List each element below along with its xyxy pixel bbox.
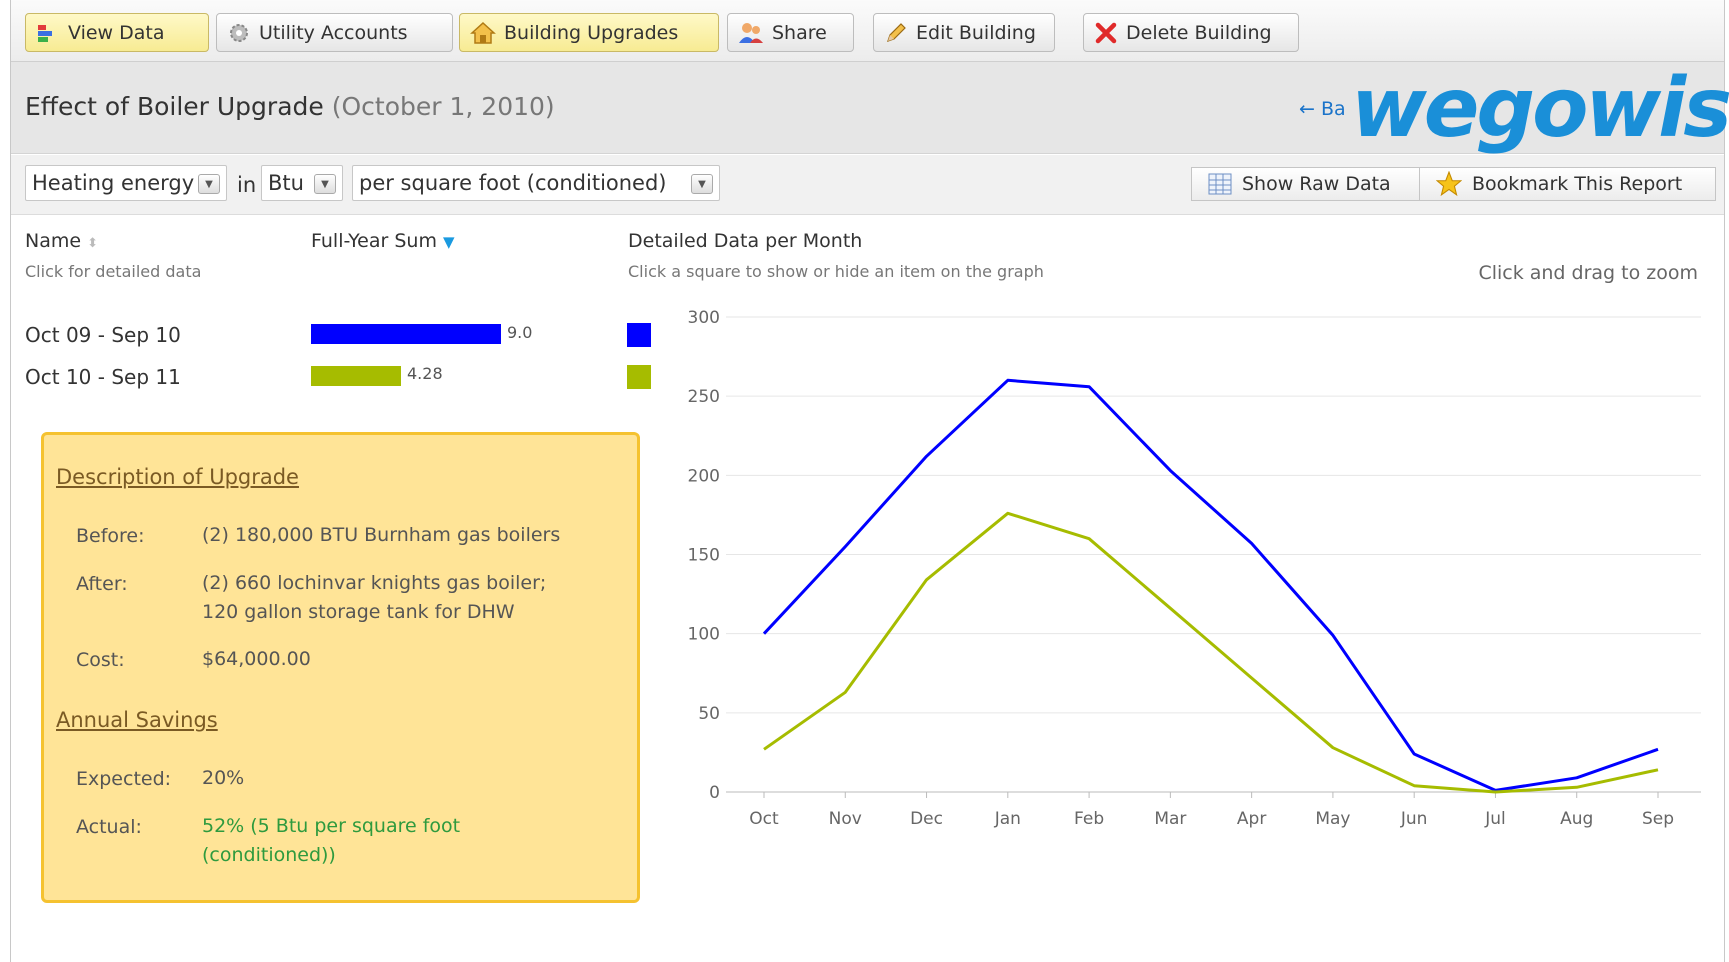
x-tick-label: Mar — [1154, 809, 1186, 829]
y-tick-label: 300 — [688, 308, 720, 328]
x-tick-label: Jun — [1400, 809, 1428, 829]
y-tick-label: 50 — [698, 704, 720, 724]
series-line-1 — [762, 378, 1659, 792]
series-line-2 — [763, 511, 1659, 794]
x-tick-label: Dec — [910, 809, 943, 829]
x-tick-label: Sep — [1642, 809, 1674, 829]
y-tick-label: 250 — [688, 387, 720, 407]
y-tick-label: 100 — [688, 625, 720, 645]
x-tick-label: Apr — [1237, 809, 1266, 829]
x-tick-label: Aug — [1560, 809, 1593, 829]
x-tick-label: Jul — [1484, 809, 1506, 829]
y-tick-label: 150 — [688, 546, 720, 566]
app-window: View Data Utility Accounts Building Upgr… — [10, 0, 1729, 962]
y-tick-label: 200 — [688, 466, 720, 486]
x-tick-label: Jan — [994, 809, 1021, 829]
y-tick-label: 0 — [709, 783, 720, 803]
x-tick-label: Oct — [749, 809, 779, 829]
monthly-line-chart[interactable]: 0 50 100 150 200 250 300 Oct Nov Dec Jan Feb Mar Apr M… — [11, 0, 1726, 962]
x-tick-label: Nov — [829, 809, 862, 829]
x-tick-label: Feb — [1074, 809, 1104, 829]
x-tick-label: May — [1315, 809, 1350, 829]
